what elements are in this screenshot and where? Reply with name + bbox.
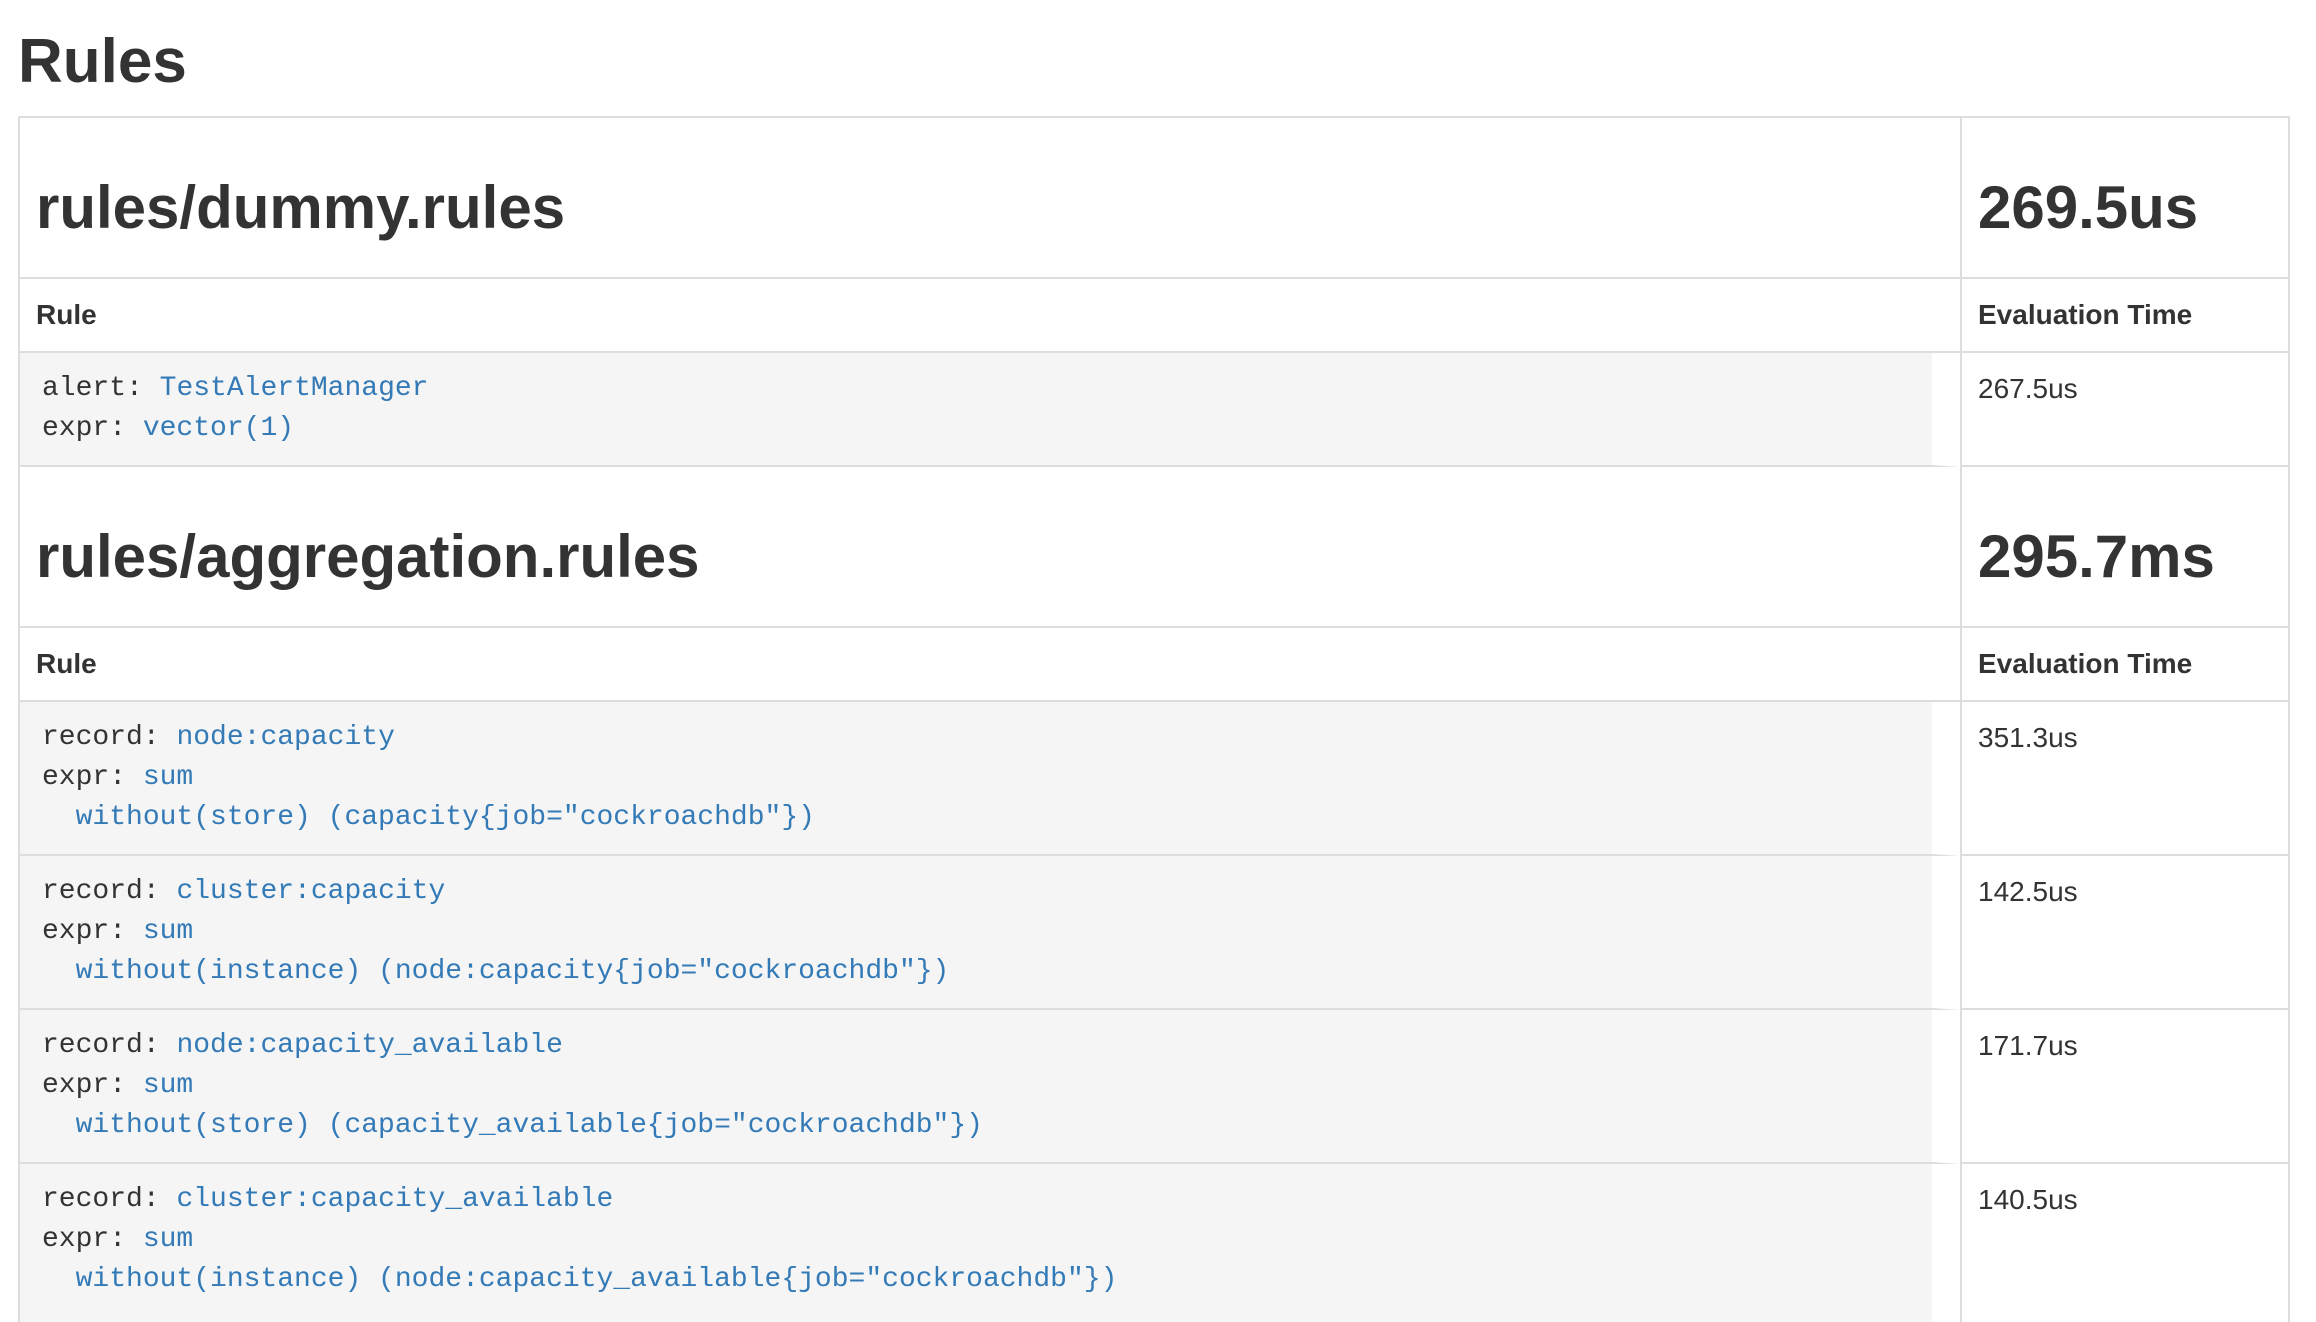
rule-code: record: node:capacity_available expr: su… (42, 1026, 1932, 1146)
rule-cell: record: cluster:capacity_available expr:… (20, 1164, 1960, 1322)
rule-code: alert: TestAlertManager expr: vector(1) (42, 369, 1932, 449)
rule-eval-time-cell: 267.5us (1960, 353, 2288, 467)
rule-row: record: node:capacity expr: sum without(… (20, 702, 2288, 856)
record-label: record: (42, 1184, 160, 1215)
group-eval-time-heading: 269.5us (1978, 176, 2272, 239)
rule-row: record: node:capacity_available expr: su… (20, 1010, 2288, 1164)
rule-name-link[interactable]: node:capacity_available (176, 1030, 562, 1061)
rule-cell: alert: TestAlertManager expr: vector(1) (20, 353, 1960, 467)
group-eval-time-cell: 295.7ms (1960, 467, 2288, 628)
rules-table-body: rules/dummy.rules269.5usRuleEvaluation T… (20, 118, 2288, 1322)
expr-label: expr: (42, 1224, 126, 1255)
rule-row: record: cluster:capacity_available expr:… (20, 1164, 2288, 1322)
page-title: Rules (18, 28, 2290, 96)
rule-name-link[interactable]: cluster:capacity (176, 876, 445, 907)
column-header-row: RuleEvaluation Time (20, 279, 2288, 353)
group-eval-time-cell: 269.5us (1960, 118, 2288, 279)
group-eval-time-heading: 295.7ms (1978, 525, 2272, 588)
rule-expr-link[interactable]: sum without(store) (capacity{job="cockro… (42, 762, 815, 833)
rule-code: record: cluster:capacity expr: sum witho… (42, 872, 1932, 992)
rule-eval-time-cell: 140.5us (1960, 1164, 2288, 1322)
rule-cell: record: node:capacity expr: sum without(… (20, 702, 1960, 856)
rule-row: alert: TestAlertManager expr: vector(1) 2… (20, 353, 2288, 467)
rule-expr-link[interactable]: vector(1) (143, 413, 294, 444)
group-header-row: rules/aggregation.rules 295.7ms (20, 467, 2288, 628)
rules-page: Rules rules/dummy.rules269.5usRuleEvalua… (0, 0, 2316, 1322)
rule-cell: record: cluster:capacity expr: sum witho… (20, 856, 1960, 1010)
rule-expr-link[interactable]: sum without(instance) (node:capacity{job… (42, 916, 949, 987)
rule-column-header: Rule (20, 279, 1960, 353)
rule-code: record: node:capacity expr: sum without(… (42, 718, 1932, 838)
column-header-row: RuleEvaluation Time (20, 628, 2288, 702)
rule-row: record: cluster:capacity expr: sum witho… (20, 856, 2288, 1010)
group-file-cell: rules/aggregation.rules (20, 467, 1960, 628)
group-file-cell: rules/dummy.rules (20, 118, 1960, 279)
eval-column-header: Evaluation Time (1960, 628, 2288, 702)
rule-eval-time-cell: 171.7us (1960, 1010, 2288, 1164)
rule-eval-time-cell: 351.3us (1960, 702, 2288, 856)
rule-cell: record: node:capacity_available expr: su… (20, 1010, 1960, 1164)
rule-column-header: Rule (20, 628, 1960, 702)
record-label: record: (42, 1030, 160, 1061)
eval-column-header: Evaluation Time (1960, 279, 2288, 353)
group-header-row: rules/dummy.rules 269.5us (20, 118, 2288, 279)
rule-name-link[interactable]: TestAlertManager (160, 373, 429, 404)
rule-code: record: cluster:capacity_available expr:… (42, 1180, 1932, 1300)
rule-eval-time-cell: 142.5us (1960, 856, 2288, 1010)
rule-expr-link[interactable]: sum without(instance) (node:capacity_ava… (42, 1224, 1117, 1295)
rule-name-link[interactable]: node:capacity (176, 722, 394, 753)
expr-label: expr: (42, 1070, 126, 1101)
record-label: record: (42, 876, 160, 907)
rule-expr-link[interactable]: sum without(store) (capacity_available{j… (42, 1070, 983, 1141)
expr-label: expr: (42, 916, 126, 947)
rules-table: rules/dummy.rules269.5usRuleEvaluation T… (18, 116, 2290, 1322)
group-file-heading: rules/aggregation.rules (36, 525, 1944, 588)
rule-name-link[interactable]: cluster:capacity_available (176, 1184, 613, 1215)
expr-label: expr: (42, 762, 126, 793)
expr-label: expr: (42, 413, 126, 444)
record-label: record: (42, 722, 160, 753)
alert-label: alert: (42, 373, 143, 404)
group-file-heading: rules/dummy.rules (36, 176, 1944, 239)
